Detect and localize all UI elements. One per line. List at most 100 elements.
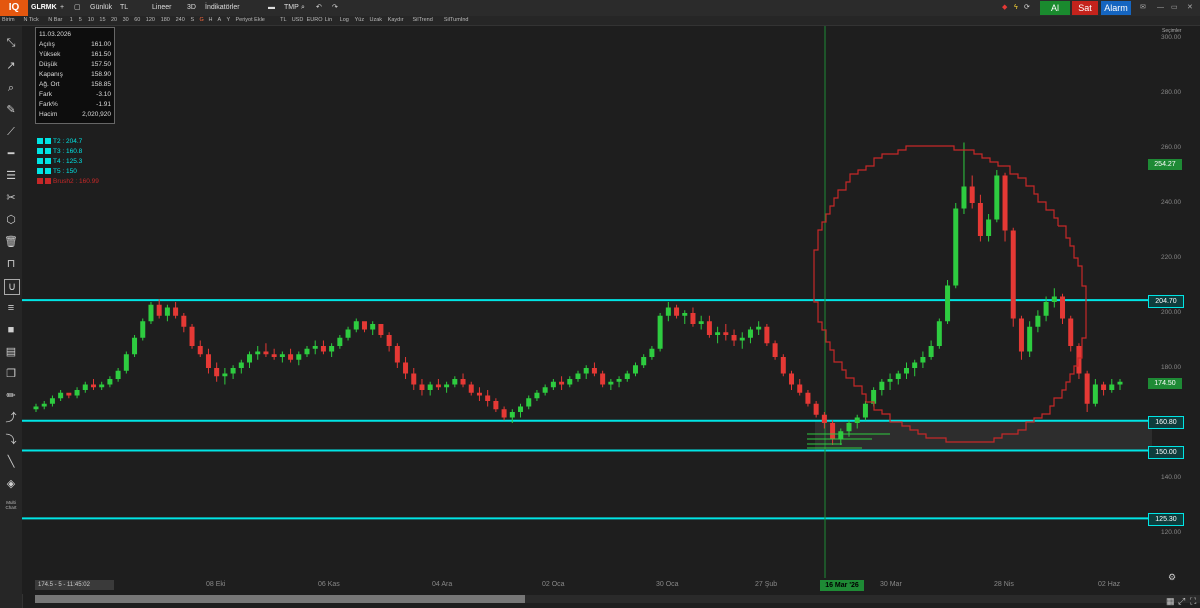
candle-body [419,384,425,390]
toolbar2-item[interactable]: Kaydır [388,16,404,25]
line-icon[interactable]: ╲ [4,455,18,469]
toolbar2-item[interactable]: 60 [134,16,140,25]
undo-icon[interactable]: ↶ [316,0,322,16]
period-select[interactable]: Günlük [90,0,112,16]
brush-icon[interactable]: ∪ [4,279,20,295]
toolbar2-item[interactable]: Yüz [355,16,364,25]
magnet-icon[interactable]: ⊓ [4,257,18,271]
toolbar2-item[interactable]: 5 [79,16,82,25]
toolbar2-item[interactable]: TL [280,16,286,25]
toolbar2-item[interactable]: A [218,16,222,25]
pencil-icon[interactable]: ✏ [4,389,18,403]
toolbar2-item[interactable]: Lin [325,16,332,25]
toolbar2-item[interactable]: 120 [146,16,155,25]
channel-icon[interactable]: ⟋ [4,125,18,139]
toolbar2-item[interactable]: USD [292,16,304,25]
legend-item[interactable]: T4 : 125.3 [37,157,82,166]
info-row: Açılış 161.00 [39,41,111,48]
close-icon[interactable]: ✕ [1187,0,1193,16]
layers-icon[interactable]: ◈ [4,477,18,491]
delete-icon[interactable]: 🗑 [4,235,18,249]
toolbar2-item[interactable]: Uzak [370,16,383,25]
legend-color-icon [45,158,51,164]
minimize-icon[interactable]: — [1157,0,1164,16]
currency-select[interactable]: TL [120,0,128,16]
search-icon[interactable]: ⌕ [301,0,305,16]
sell-button[interactable]: Sat [1072,1,1098,15]
toolbar2-item[interactable]: Y [227,16,231,25]
app-logo: IQ [0,0,28,16]
drag-icon[interactable]: ⤡ [4,36,18,50]
indicators-menu[interactable]: İndikatörler [205,0,240,16]
trendline-icon[interactable]: ↗ [4,59,18,73]
chart-canvas[interactable] [22,26,1154,578]
chat-icon[interactable]: ✉ [1140,0,1146,16]
toolbar2-item[interactable]: SilTrend [413,16,433,25]
tools-icon[interactable]: ✂ [4,191,18,205]
info-row: Yüksek 161.50 [39,51,111,58]
redo-icon[interactable]: ↷ [332,0,338,16]
legend-item[interactable]: T2 : 204.7 [37,137,82,146]
legend-item[interactable]: T5 : 150 [37,167,77,176]
legend-item[interactable]: Brush2 : 160.99 [37,177,99,186]
refresh-icon[interactable]: ⟳ [1024,0,1030,16]
toolbar2-item[interactable]: 30 [123,16,129,25]
toolbar2-item[interactable]: G [200,16,204,25]
grid-icon[interactable]: ▦ [1166,596,1175,607]
toolbar2-item[interactable]: 240 [176,16,185,25]
note-icon[interactable]: ▤ [4,345,18,359]
toolbar2-item[interactable]: 10 [88,16,94,25]
toolbar2-item[interactable]: Birim [2,16,15,25]
buy-button[interactable]: Al [1040,1,1070,15]
horizontal-line-icon[interactable]: ━ [4,147,18,161]
toolbar2-item[interactable]: N Bar [48,16,62,25]
fibonacci-icon[interactable]: ☰ [4,169,18,183]
lock-icon[interactable]: ■ [4,323,18,337]
shape-icon[interactable]: ⬡ [4,213,18,227]
toolbar2-item[interactable]: H [209,16,213,25]
candle-body [238,362,244,368]
window-icon[interactable]: ▢ [74,0,81,16]
toolbar2-item[interactable]: EURO [307,16,323,25]
maximize-icon[interactable]: ▭ [1171,0,1178,16]
measure-icon[interactable]: ✎ [4,103,18,117]
alert-icon[interactable]: ◆ [1002,0,1007,16]
toolbar2-item[interactable]: S [191,16,195,25]
horizontal-scrollbar[interactable] [35,595,1200,603]
fullscreen-icon[interactable]: ⛶ [1190,596,1196,607]
toolbar2-item[interactable]: Periyot Ekle [236,16,265,25]
toolbar2-item[interactable]: 15 [99,16,105,25]
scale-select[interactable]: Lineer [152,0,171,16]
toolbar2-item[interactable]: N Tick [24,16,39,25]
candle-body [164,307,170,316]
toolbar2-item[interactable]: 1 [70,16,73,25]
price-chart[interactable] [22,26,1154,578]
node-icon[interactable]: ⤵ [4,433,18,447]
add-symbol-button[interactable]: + [60,0,64,16]
symbol-label[interactable]: GLRMK [31,0,57,16]
zoom-icon[interactable]: ⌕ [4,81,18,95]
folder-icon[interactable]: ▬ [268,0,275,16]
multi-chart-button[interactable]: Multi Chart [1,500,21,510]
scroll-thumb[interactable] [35,595,525,603]
copy-icon[interactable]: ❐ [4,367,18,381]
toolbar2-item[interactable]: 20 [111,16,117,25]
candle-body [107,379,113,385]
expand-icon[interactable]: ⤢ [1178,596,1185,607]
candle-body [1018,318,1024,352]
price-axis[interactable]: Seçimler 300.00 280.00 260.00 240.00 220.00 2… [1148,26,1200,586]
toolbar2-item[interactable]: 180 [161,16,170,25]
path-icon[interactable]: ⤴ [4,411,18,425]
time-axis[interactable]: Eyl08 Eki06 Kas04 Ara02 Oca30 Oca27 Şub3… [22,578,1154,594]
text-tool-icon[interactable]: ≡ [4,301,18,315]
settings-icon[interactable]: ⚙ [1168,572,1176,583]
legend-item[interactable]: T3 : 160.8 [37,147,82,156]
alarm-button[interactable]: Alarm [1101,1,1131,15]
view-3d-button[interactable]: 3D [187,0,196,16]
flash-icon[interactable]: ϟ [1014,0,1018,16]
template-button[interactable]: TMP [284,0,299,16]
toolbar2-item[interactable]: SilTumInd [444,16,469,25]
toolbar2-item[interactable]: Log [340,16,349,25]
date-tick: 02 Haz [1098,581,1121,588]
legend-checkbox-icon [37,168,43,174]
